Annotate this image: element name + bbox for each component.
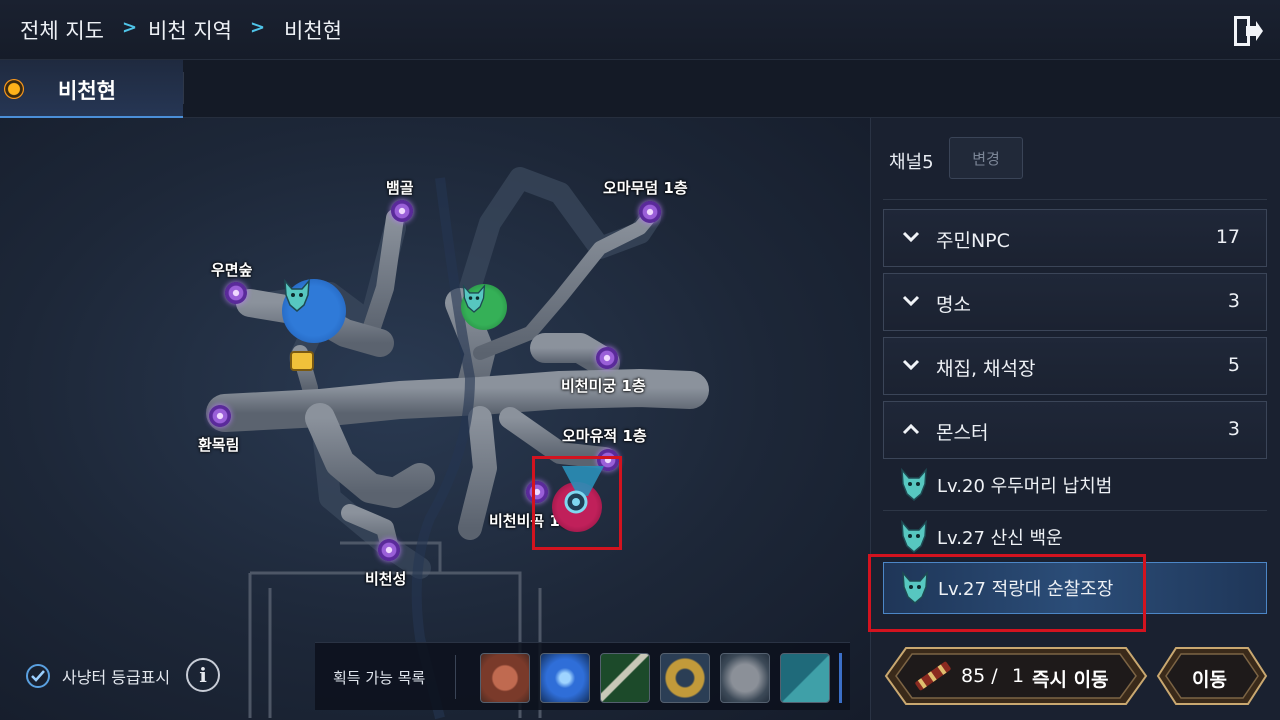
tab-divider xyxy=(183,72,184,104)
exit-door-icon[interactable] xyxy=(1230,14,1264,48)
map-label-omayujeok: 오마유적 1층 xyxy=(562,427,647,445)
category-label: 주민NPC xyxy=(936,230,1010,252)
monster-label: Lv.27 산신 백운 xyxy=(937,528,1063,549)
category-count: 3 xyxy=(1227,418,1240,440)
portal-bicheonseong-icon[interactable] xyxy=(378,539,400,561)
wolf-head-icon xyxy=(901,468,927,501)
move-label: 이동 xyxy=(1192,669,1227,691)
quest-npc-icon[interactable] xyxy=(290,351,314,371)
info-side-panel: 채널5 변경 주민NPC 17 명소 3 채집, 채석장 5 몬스터 3 Lv.… xyxy=(868,118,1280,720)
portal-baemgol-icon[interactable] xyxy=(391,200,413,222)
teleport-scroll-icon xyxy=(915,661,951,691)
breadcrumb-current: 비천현 xyxy=(284,19,342,43)
location-marker-icon xyxy=(4,79,24,99)
category-monsters[interactable]: 몬스터 3 xyxy=(883,401,1267,459)
category-count: 5 xyxy=(1227,354,1240,376)
dragon-ring-item-icon[interactable] xyxy=(660,653,710,703)
category-gathering[interactable]: 채집, 채석장 5 xyxy=(883,337,1267,395)
breadcrumb-separator-icon: > xyxy=(122,17,138,38)
acquirable-items-bar: 획득 가능 목록 xyxy=(315,642,850,710)
top-header: 전체 지도 > 비천 지역 > 비천현 xyxy=(0,0,1280,60)
armor-item-icon[interactable] xyxy=(720,653,770,703)
portal-bicheonmigung-icon[interactable] xyxy=(596,347,618,369)
breadcrumb-region[interactable]: 비천 지역 xyxy=(148,15,232,45)
category-landmarks[interactable]: 명소 3 xyxy=(883,273,1267,331)
acquirable-divider xyxy=(455,655,456,699)
map-label-omamudeom: 오마무덤 1층 xyxy=(603,179,688,197)
monster-label: Lv.20 우두머리 납치범 xyxy=(937,476,1113,497)
area-tab-bar: 비천현 xyxy=(0,60,1280,118)
chevron-down-icon xyxy=(902,231,920,243)
category-label: 채집, 채석장 xyxy=(936,358,1036,380)
boss-zone-blue[interactable] xyxy=(282,279,346,343)
breadcrumb-world-map[interactable]: 전체 지도 xyxy=(20,15,104,45)
move-button[interactable]: 이동 xyxy=(1156,646,1268,706)
portal-hwanmokrim-icon[interactable] xyxy=(209,405,231,427)
chevron-down-icon xyxy=(902,359,920,371)
chevron-down-icon xyxy=(902,295,920,307)
map-label-bicheonseong: 비천성 xyxy=(365,570,407,588)
category-count: 17 xyxy=(1215,226,1240,248)
map-label-umyeonsup: 우면숲 xyxy=(211,261,253,279)
category-count: 3 xyxy=(1227,290,1240,312)
portal-umyeonsup-icon[interactable] xyxy=(225,282,247,304)
staff-item-icon[interactable] xyxy=(600,653,650,703)
teleport-cost: 1 xyxy=(1012,665,1025,687)
channel-label: 채널5 xyxy=(889,152,934,173)
portal-omamudeom-icon[interactable] xyxy=(639,201,661,223)
items-scroll-indicator xyxy=(839,653,842,703)
tab-label: 비천현 xyxy=(58,79,116,103)
wolf-head-icon xyxy=(901,520,927,553)
map-label-hwanmokrim: 환목림 xyxy=(198,436,240,454)
category-resident-npc[interactable]: 주민NPC 17 xyxy=(883,209,1267,267)
map-label-bicheonmigung: 비천미궁 1층 xyxy=(561,377,646,395)
breadcrumb-separator-icon: > xyxy=(250,17,266,38)
grade-display-label: 사냥터 등급표시 xyxy=(62,668,171,687)
chevron-up-icon xyxy=(902,423,920,435)
wolf-head-icon xyxy=(462,284,486,313)
map-label-baemgol: 뱀골 xyxy=(386,179,414,197)
list-divider xyxy=(883,510,1267,511)
teleport-scroll-count: 85 / xyxy=(961,665,998,687)
tab-current-area[interactable]: 비천현 xyxy=(0,60,183,118)
area-map[interactable]: 뱀골 오마무덤 1층 우면숲 비천미궁 1층 환목림 오마유적 1층 비천비곡 … xyxy=(0,118,870,720)
panel-divider xyxy=(883,190,1267,200)
grade-display-checkbox[interactable] xyxy=(26,664,50,688)
category-label: 몬스터 xyxy=(936,422,989,444)
wolf-head-icon xyxy=(284,279,310,312)
coin-item-icon[interactable] xyxy=(480,653,530,703)
info-icon[interactable]: i xyxy=(186,658,220,692)
checkmark-icon xyxy=(31,670,45,682)
selected-monster-list-highlight xyxy=(868,554,1146,632)
selected-monster-highlight xyxy=(532,456,622,550)
monster-list-item[interactable]: Lv.20 우두머리 납치범 xyxy=(883,460,1267,510)
blue-orb-item-icon[interactable] xyxy=(540,653,590,703)
map-terrain xyxy=(206,167,709,720)
boss-zone-green[interactable] xyxy=(461,284,507,330)
book-item-icon[interactable] xyxy=(780,653,830,703)
instant-teleport-button[interactable]: 85 / 1 즉시 이동 xyxy=(884,646,1148,706)
category-label: 명소 xyxy=(936,294,971,316)
acquirable-items-label: 획득 가능 목록 xyxy=(333,669,426,687)
teleport-label: 즉시 이동 xyxy=(1032,669,1109,691)
change-channel-button[interactable]: 변경 xyxy=(949,137,1023,179)
